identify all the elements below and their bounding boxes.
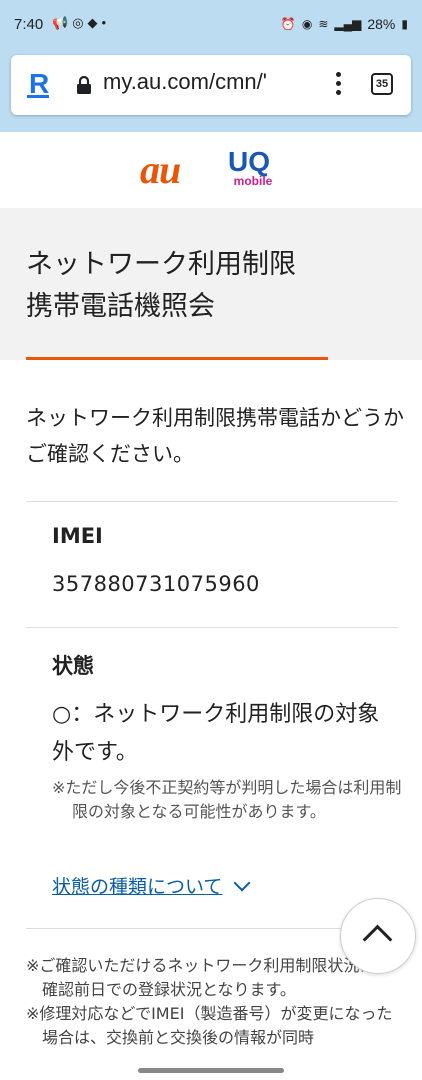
status-value: ○：ネットワーク利用制限の対象外です。 [52, 702, 380, 765]
notification-icons: 📢◎◆• [52, 15, 110, 31]
wifi-icon: ≋ [318, 17, 329, 31]
status-time: 7:40 [14, 16, 44, 33]
chat-icon: ◎ [72, 15, 88, 30]
imei-value: 357880731075960 [52, 572, 260, 596]
battery-level: 28% [367, 16, 396, 32]
status-right: ⏰ ◉ ≋ ▂▄▆ 28% ▮ [281, 16, 408, 32]
page-title-line1: ネットワーク利用制限 [26, 249, 296, 280]
status-types-link[interactable]: 状態の種類について [52, 872, 251, 899]
home-handle[interactable] [138, 1068, 284, 1073]
url-bar[interactable]: R my.au.com/cmn/' 35 [11, 55, 411, 115]
chevron-down-icon[interactable] [233, 874, 251, 891]
footnote: ※修理対応などでIMEI（製造番号）が変更になった場合は、交換前と交換後の情報が… [26, 1004, 393, 1047]
signal-icon: ▂▄▆ [334, 17, 362, 31]
alarm-icon: ⏰ [280, 17, 296, 31]
footnote: ※ご確認いただけるネットワーク利用制限状況はご確認前日での登録状況となります。 [26, 956, 392, 999]
status-bar: 7:40 📢◎◆• ⏰ ◉ ≋ ▂▄▆ 28% ▮ [0, 0, 422, 52]
divider [26, 501, 398, 502]
uq-logo-text: UQ [228, 146, 270, 177]
page-title-panel: ネットワーク利用制限 携帯電話機照会 [0, 208, 422, 360]
brand-header: au UQ mobile [0, 132, 422, 208]
rakuten-r-icon[interactable]: R [26, 68, 50, 100]
lock-icon[interactable] [75, 75, 93, 95]
page-title-line2: 携帯電話機照会 [26, 291, 215, 322]
battery-icon: ▮ [401, 17, 408, 31]
footnotes: ※ご確認いただけるネットワーク利用制限状況はご確認前日での登録状況となります。 … [26, 954, 396, 1050]
uq-logo-sub: mobile [233, 174, 273, 188]
imei-label: IMEI [52, 524, 103, 548]
au-logo[interactable]: au [140, 146, 181, 193]
hotspot-icon: ◉ [301, 17, 313, 31]
more-notifications-icon: • [101, 15, 111, 30]
page-title: ネットワーク利用制限 携帯電話機照会 [26, 244, 296, 328]
title-underline [26, 357, 328, 360]
status-types-link-label[interactable]: 状態の種類について [52, 872, 222, 899]
megaphone-icon: 📢 [52, 15, 73, 30]
scroll-to-top-button[interactable] [340, 898, 416, 974]
url-text[interactable]: my.au.com/cmn/' [103, 69, 303, 95]
overflow-menu-icon[interactable] [333, 72, 343, 98]
chevron-up-icon [362, 924, 393, 955]
divider [26, 627, 398, 628]
status-label: 状態 [52, 654, 94, 678]
intro-text: ネットワーク利用制限携帯電話かどうかご確認ください。 [26, 406, 404, 466]
uq-mobile-logo[interactable]: UQ mobile [228, 148, 278, 192]
tab-count-button[interactable]: 35 [371, 73, 393, 95]
gesture-nav-bar [0, 1062, 422, 1080]
bug-icon: ◆ [87, 15, 102, 30]
status-note: ※ただし今後不正契約等が判明した場合は利用制限の対象となる可能性があります。 [52, 778, 402, 821]
